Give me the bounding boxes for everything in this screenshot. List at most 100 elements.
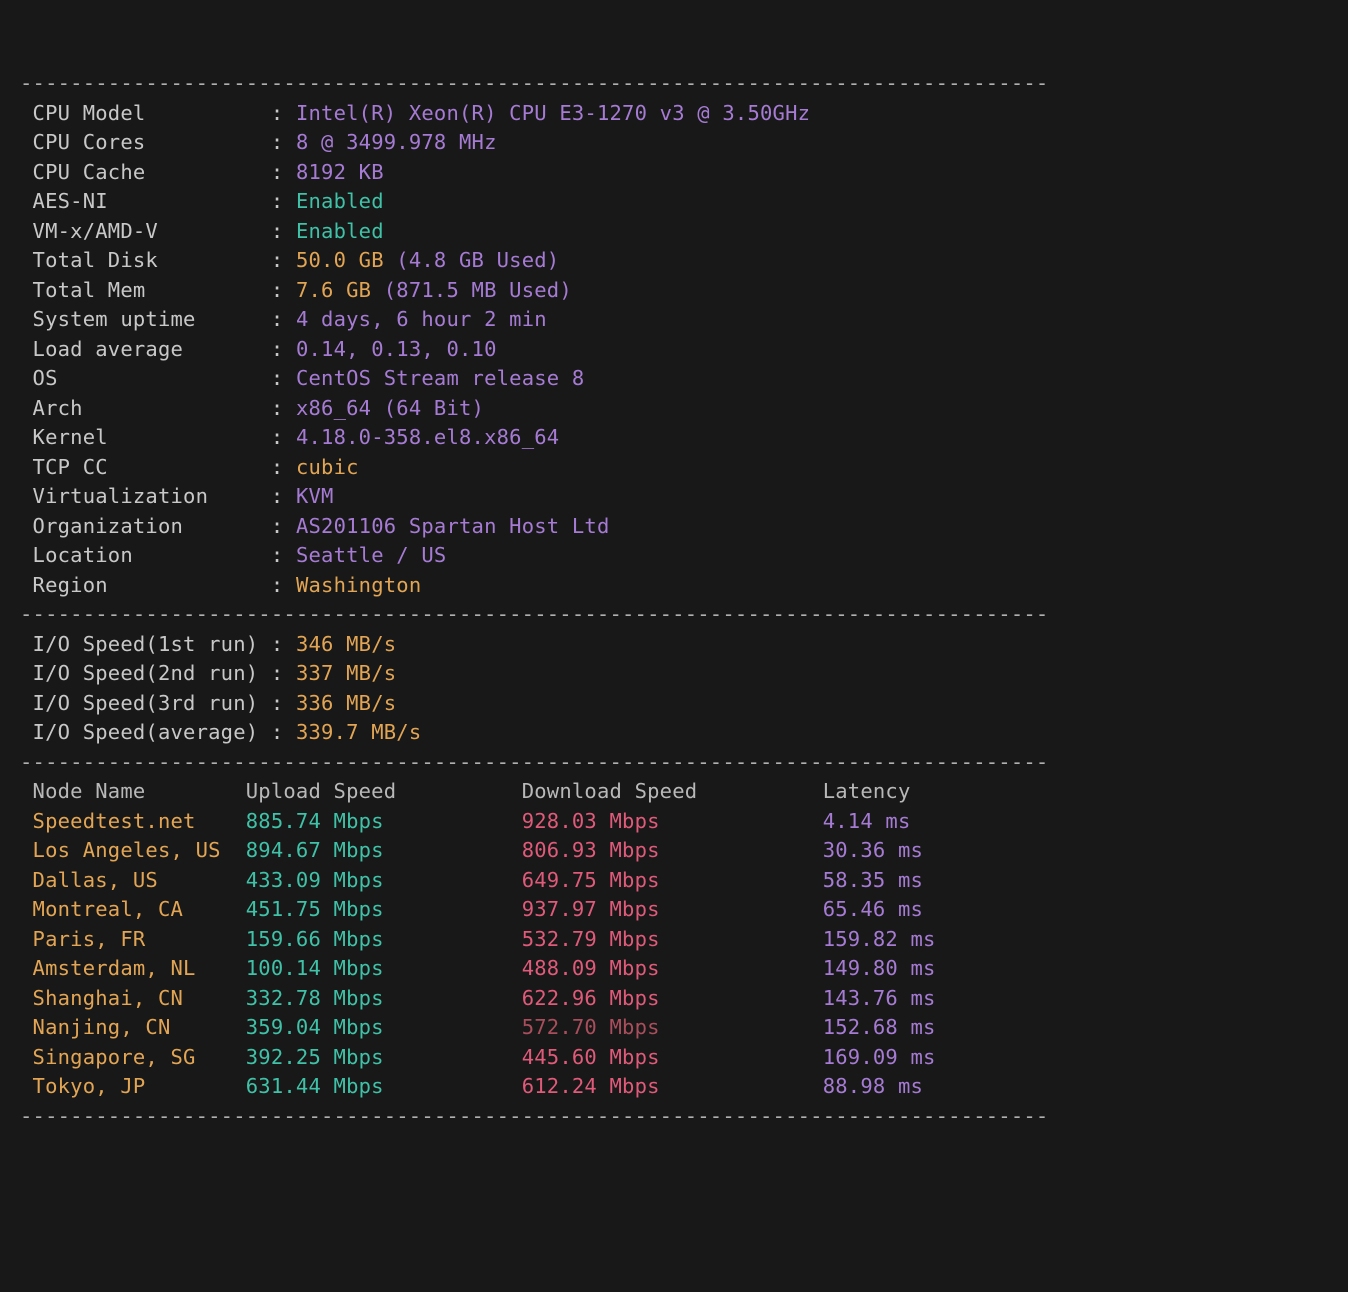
col-download: Download Speed	[522, 779, 823, 803]
io-value: 336 MB/s	[296, 691, 396, 715]
cell-download: 532.79 Mbps	[522, 927, 823, 951]
io-label: I/O Speed(2nd run)	[20, 661, 271, 685]
sysinfo-label: VM-x/AMD-V	[20, 219, 271, 243]
sysinfo-row: TCP CC : cubic	[20, 453, 1328, 483]
cell-latency: 149.80 ms	[823, 956, 936, 980]
cell-node: Nanjing, CN	[33, 1015, 246, 1039]
sysinfo-value: 8192 KB	[296, 160, 384, 184]
col-upload: Upload Speed	[246, 779, 522, 803]
sysinfo-label: Total Mem	[20, 278, 271, 302]
sysinfo-label: Load average	[20, 337, 271, 361]
sysinfo-value: 4 days, 6 hour 2 min	[296, 307, 547, 331]
sysinfo-value: Seattle / US	[296, 543, 447, 567]
sysinfo-value: 7.6 GB	[296, 278, 371, 302]
sysinfo-value: 8 @ 3499.978 MHz	[296, 130, 497, 154]
sysinfo-value: cubic	[296, 455, 359, 479]
io-value: 346 MB/s	[296, 632, 396, 656]
cell-upload: 159.66 Mbps	[246, 927, 522, 951]
cell-latency: 169.09 ms	[823, 1045, 936, 1069]
cell-node: Singapore, SG	[33, 1045, 246, 1069]
sysinfo-row: CPU Model : Intel(R) Xeon(R) CPU E3-1270…	[20, 99, 1328, 129]
sysinfo-row: System uptime : 4 days, 6 hour 2 min	[20, 305, 1328, 335]
cell-download: 488.09 Mbps	[522, 956, 823, 980]
net-row: Singapore, SG 392.25 Mbps 445.60 Mbps 16…	[20, 1043, 1328, 1073]
sysinfo-label: Organization	[20, 514, 271, 538]
sysinfo-label: Arch	[20, 396, 271, 420]
net-row: Speedtest.net 885.74 Mbps 928.03 Mbps 4.…	[20, 807, 1328, 837]
net-row: Shanghai, CN 332.78 Mbps 622.96 Mbps 143…	[20, 984, 1328, 1014]
cell-node: Paris, FR	[33, 927, 246, 951]
sysinfo-label: AES-NI	[20, 189, 271, 213]
io-label: I/O Speed(1st run)	[20, 632, 271, 656]
sysinfo-label: System uptime	[20, 307, 271, 331]
sysinfo-value: x86_64 (64 Bit)	[296, 396, 484, 420]
col-node: Node Name	[33, 779, 246, 803]
sysinfo-label: Region	[20, 573, 271, 597]
cell-node: Dallas, US	[33, 868, 246, 892]
sysinfo-row: Arch : x86_64 (64 Bit)	[20, 394, 1328, 424]
io-row: I/O Speed(1st run) : 346 MB/s	[20, 630, 1328, 660]
col-latency: Latency	[823, 779, 911, 803]
sysinfo-value: Washington	[296, 573, 421, 597]
sysinfo-row: Total Mem : 7.6 GB (871.5 MB Used)	[20, 276, 1328, 306]
net-row: Los Angeles, US 894.67 Mbps 806.93 Mbps …	[20, 836, 1328, 866]
sysinfo-row: Organization : AS201106 Spartan Host Ltd	[20, 512, 1328, 542]
cell-download: 806.93 Mbps	[522, 838, 823, 862]
io-label: I/O Speed(3rd run)	[20, 691, 271, 715]
divider: ----------------------------------------…	[20, 750, 1048, 774]
sysinfo-value: Intel(R) Xeon(R) CPU E3-1270 v3 @ 3.50GH…	[296, 101, 810, 125]
cell-upload: 451.75 Mbps	[246, 897, 522, 921]
sysinfo-row: CPU Cores : 8 @ 3499.978 MHz	[20, 128, 1328, 158]
net-row: Dallas, US 433.09 Mbps 649.75 Mbps 58.35…	[20, 866, 1328, 896]
sysinfo-label: CPU Cache	[20, 160, 271, 184]
sysinfo-row: Virtualization : KVM	[20, 482, 1328, 512]
io-row: I/O Speed(average) : 339.7 MB/s	[20, 718, 1328, 748]
sysinfo-suffix: (4.8 GB Used)	[396, 248, 559, 272]
cell-latency: 143.76 ms	[823, 986, 936, 1010]
cell-upload: 392.25 Mbps	[246, 1045, 522, 1069]
cell-upload: 894.67 Mbps	[246, 838, 522, 862]
sysinfo-suffix: (871.5 MB Used)	[384, 278, 572, 302]
sysinfo-row: Load average : 0.14, 0.13, 0.10	[20, 335, 1328, 365]
cell-upload: 631.44 Mbps	[246, 1074, 522, 1098]
io-row: I/O Speed(3rd run) : 336 MB/s	[20, 689, 1328, 719]
sysinfo-row: AES-NI : Enabled	[20, 187, 1328, 217]
cell-upload: 359.04 Mbps	[246, 1015, 522, 1039]
cell-node: Amsterdam, NL	[33, 956, 246, 980]
sysinfo-value: Enabled	[296, 189, 384, 213]
cell-upload: 332.78 Mbps	[246, 986, 522, 1010]
sysinfo-label: Virtualization	[20, 484, 271, 508]
io-value: 339.7 MB/s	[296, 720, 421, 744]
cell-node: Speedtest.net	[33, 809, 246, 833]
sysinfo-label: Location	[20, 543, 271, 567]
net-row: Paris, FR 159.66 Mbps 532.79 Mbps 159.82…	[20, 925, 1328, 955]
sysinfo-row: CPU Cache : 8192 KB	[20, 158, 1328, 188]
sysinfo-value: KVM	[296, 484, 334, 508]
divider-line: ----------------------------------------…	[20, 748, 1328, 778]
net-row: Tokyo, JP 631.44 Mbps 612.24 Mbps 88.98 …	[20, 1072, 1328, 1102]
io-label: I/O Speed(average)	[20, 720, 271, 744]
cell-node: Shanghai, CN	[33, 986, 246, 1010]
sysinfo-label: CPU Cores	[20, 130, 271, 154]
terminal-output: ----------------------------------------…	[20, 69, 1328, 1131]
cell-latency: 88.98 ms	[823, 1074, 923, 1098]
sysinfo-row: Location : Seattle / US	[20, 541, 1328, 571]
cell-download: 445.60 Mbps	[522, 1045, 823, 1069]
cell-upload: 100.14 Mbps	[246, 956, 522, 980]
net-row: Amsterdam, NL 100.14 Mbps 488.09 Mbps 14…	[20, 954, 1328, 984]
divider: ----------------------------------------…	[20, 1104, 1048, 1128]
cell-download: 928.03 Mbps	[522, 809, 823, 833]
sysinfo-value: AS201106 Spartan Host Ltd	[296, 514, 610, 538]
sysinfo-label: Kernel	[20, 425, 271, 449]
sysinfo-value: Enabled	[296, 219, 384, 243]
cell-node: Los Angeles, US	[33, 838, 246, 862]
cell-latency: 152.68 ms	[823, 1015, 936, 1039]
divider-line: ----------------------------------------…	[20, 1102, 1328, 1132]
divider: ----------------------------------------…	[20, 71, 1048, 95]
divider-line: ----------------------------------------…	[20, 69, 1328, 99]
sysinfo-label: Total Disk	[20, 248, 271, 272]
sysinfo-row: Total Disk : 50.0 GB (4.8 GB Used)	[20, 246, 1328, 276]
cell-download: 622.96 Mbps	[522, 986, 823, 1010]
sysinfo-value: CentOS Stream release 8	[296, 366, 584, 390]
cell-latency: 4.14 ms	[823, 809, 911, 833]
